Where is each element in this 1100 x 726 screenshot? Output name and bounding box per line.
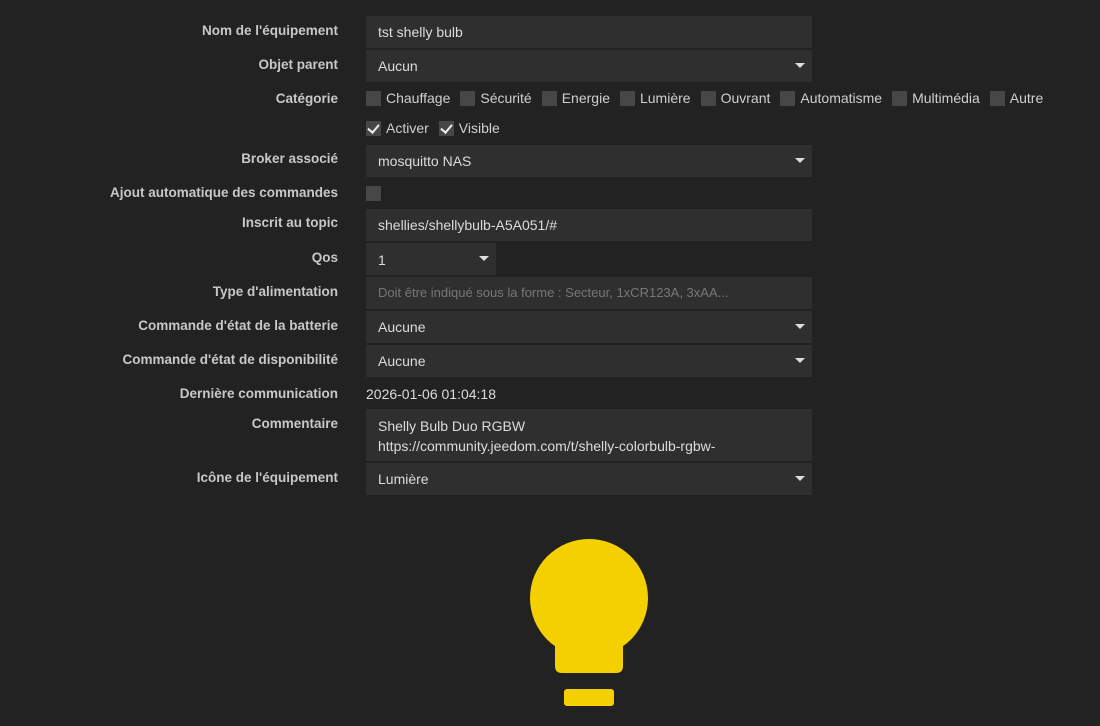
parent-value: Aucun xyxy=(378,58,418,74)
last-comm-label: Dernière communication xyxy=(179,386,338,401)
topic-input[interactable]: shellies/shellybulb-A5A051/# xyxy=(366,209,812,241)
power-input[interactable]: Doit être indiqué sous la forme : Secteu… xyxy=(366,277,812,309)
checkbox[interactable] xyxy=(780,90,796,106)
checkbox-label: Visible xyxy=(458,120,500,136)
checkbox-label: Multimédia xyxy=(912,90,980,106)
comment-line: Shelly Bulb Duo RGBW xyxy=(378,418,526,434)
power-label: Type d'alimentation xyxy=(212,284,338,299)
chevron-down-icon xyxy=(795,476,805,481)
name-input[interactable]: tst shelly bulb xyxy=(366,16,812,48)
checkbox[interactable] xyxy=(989,90,1005,106)
checkbox-label: Lumière xyxy=(639,90,691,106)
icon-value: Lumière xyxy=(378,471,429,487)
checkbox-label: Energie xyxy=(561,90,610,106)
category-automatisme[interactable]: Automatisme xyxy=(780,90,882,106)
checkbox-label: Chauffage xyxy=(386,90,451,106)
availability-cmd-value: Aucune xyxy=(378,353,426,369)
chevron-down-icon xyxy=(795,324,805,329)
checkbox-checked[interactable] xyxy=(366,120,381,136)
comment-textarea[interactable]: Shelly Bulb Duo RGBW https://community.je… xyxy=(366,409,812,461)
checkbox-label: Activer xyxy=(386,120,429,136)
qos-label: Qos xyxy=(311,250,338,265)
auto-add-checkbox[interactable] xyxy=(366,186,381,201)
broker-value: mosquitto NAS xyxy=(378,153,472,169)
category-label: Catégorie xyxy=(275,91,338,106)
checkbox-checked[interactable] xyxy=(438,120,454,136)
checkbox-label: Sécurité xyxy=(480,90,532,106)
battery-cmd-select[interactable]: Aucune xyxy=(366,311,812,343)
checkbox-label: Automatisme xyxy=(800,90,883,106)
activate-checkbox[interactable]: Activer xyxy=(366,120,429,136)
chevron-down-icon xyxy=(795,358,805,363)
parent-label: Objet parent xyxy=(258,57,338,72)
category-chauffage[interactable]: Chauffage xyxy=(366,90,450,106)
checkbox[interactable] xyxy=(700,90,716,106)
category-autre[interactable]: Autre xyxy=(989,90,1044,106)
chevron-down-icon xyxy=(795,158,805,163)
availability-cmd-select[interactable]: Aucune xyxy=(366,345,812,377)
parent-select[interactable]: Aucun xyxy=(366,50,812,82)
last-comm-value: 2026-01-06 01:04:18 xyxy=(366,386,496,402)
checkbox[interactable] xyxy=(460,90,476,106)
topic-label: Inscrit au topic xyxy=(241,215,338,230)
name-label: Nom de l'équipement xyxy=(202,23,338,38)
comment-label: Commentaire xyxy=(251,416,338,431)
category-multimedia[interactable]: Multimédia xyxy=(892,90,980,106)
chevron-down-icon xyxy=(795,63,805,68)
icon-select[interactable]: Lumière xyxy=(366,463,812,495)
checkbox[interactable] xyxy=(619,90,635,106)
chevron-down-icon xyxy=(479,256,489,261)
qos-select[interactable]: 1 xyxy=(366,243,496,275)
qos-value: 1 xyxy=(378,252,386,268)
state-checkboxes: Activer Visible xyxy=(366,120,510,136)
auto-add-label: Ajout automatique des commandes xyxy=(109,185,338,200)
broker-label: Broker associé xyxy=(241,151,338,166)
category-checkboxes: Chauffage Sécurité Energie Lumière Ouvra… xyxy=(366,90,1053,106)
category-securite[interactable]: Sécurité xyxy=(460,90,532,106)
category-lumiere[interactable]: Lumière xyxy=(619,90,691,106)
category-ouvrant[interactable]: Ouvrant xyxy=(700,90,771,106)
checkbox-label: Ouvrant xyxy=(720,90,771,106)
comment-line: https://community.jeedom.com/t/shelly-co… xyxy=(378,438,716,454)
visible-checkbox[interactable]: Visible xyxy=(438,120,500,136)
category-energie[interactable]: Energie xyxy=(541,90,610,106)
battery-cmd-label: Commande d'état de la batterie xyxy=(138,318,338,333)
checkbox[interactable] xyxy=(892,90,908,106)
checkbox[interactable] xyxy=(541,90,557,106)
icon-label: Icône de l'équipement xyxy=(196,470,338,485)
lightbulb-icon xyxy=(530,539,648,706)
checkbox-label: Autre xyxy=(1009,90,1044,106)
broker-select[interactable]: mosquitto NAS xyxy=(366,145,812,177)
checkbox[interactable] xyxy=(366,90,381,106)
availability-cmd-label: Commande d'état de disponibilité xyxy=(122,352,338,367)
battery-cmd-value: Aucune xyxy=(378,319,426,335)
